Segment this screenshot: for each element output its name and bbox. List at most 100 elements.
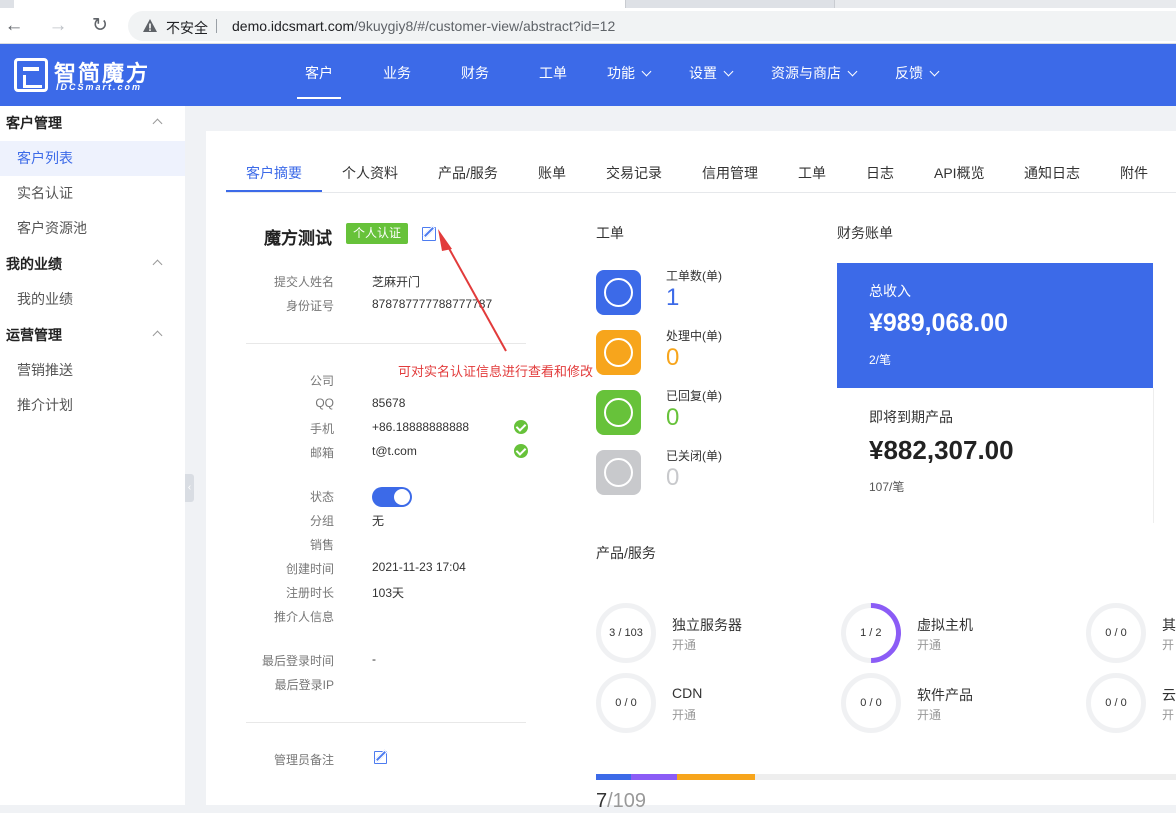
tab-bills[interactable]: 账单 xyxy=(538,163,566,183)
expiring-products-card[interactable]: 即将到期产品 ¥882,307.00 107/笔 xyxy=(837,388,1153,523)
expiring-label: 即将到期产品 xyxy=(869,409,953,425)
progress-segment xyxy=(631,774,677,780)
logo-subtext: IDCSmart.com xyxy=(56,82,143,92)
nav-functions[interactable]: 功能 xyxy=(607,44,652,106)
annotation-arrow xyxy=(438,229,507,352)
product-name[interactable]: 独立服务器 xyxy=(672,615,742,635)
tab-attachments[interactable]: 附件 xyxy=(1120,163,1148,183)
field-label: 管理员备注 xyxy=(273,753,334,767)
sidebar-item-verification[interactable]: 实名认证 xyxy=(0,176,185,211)
total-income-value: ¥989,068.00 xyxy=(869,309,1009,337)
logo-icon[interactable] xyxy=(14,58,48,92)
nav-tickets[interactable]: 工单 xyxy=(539,44,567,106)
field-label: QQ xyxy=(315,396,334,410)
sidebar-item-customer-pool[interactable]: 客户资源池 xyxy=(0,211,185,246)
verified-check-icon xyxy=(514,444,528,458)
status-toggle[interactable] xyxy=(372,487,412,507)
product-ring: 0 / 0 xyxy=(1086,673,1146,733)
expiring-count: 107/笔 xyxy=(869,480,905,494)
expiring-value: ¥882,307.00 xyxy=(869,435,1014,465)
product-status: 开通 xyxy=(672,708,697,722)
finance-title: 财务账单 xyxy=(837,225,893,241)
sidebar-item-referral-plan[interactable]: 推介计划 xyxy=(0,388,185,423)
reload-icon[interactable]: ↻ xyxy=(88,14,112,38)
field-label: 手机 xyxy=(309,422,334,436)
total-income-card[interactable]: 总收入 ¥989,068.00 2/笔 xyxy=(837,263,1153,388)
product-name[interactable]: 虚拟主机 xyxy=(917,615,973,635)
product-status: 开 xyxy=(1162,638,1175,652)
chevron-down-icon xyxy=(641,66,652,77)
sidebar: 客户管理 客户列表 实名认证 客户资源池 我的业绩 我的业绩 运营管理 营销推送… xyxy=(0,106,185,805)
nav-feedback[interactable]: 反馈 xyxy=(895,44,940,106)
nav-label: 功能 xyxy=(607,65,635,81)
url-field[interactable]: 不安全 demo.idcsmart.com/9kuygiy8/#/custome… xyxy=(128,11,1176,41)
field-value: 85678 xyxy=(372,396,406,410)
product-name[interactable]: CDN xyxy=(672,685,702,701)
ticket-processing-icon xyxy=(596,330,641,375)
nav-finance[interactable]: 财务 xyxy=(461,44,489,106)
back-icon[interactable]: ← xyxy=(2,14,26,38)
tab-transactions[interactable]: 交易记录 xyxy=(606,163,662,183)
product-ratio: 0 / 0 xyxy=(1105,627,1127,639)
total-income-label: 总收入 xyxy=(869,283,911,299)
finance-card-edge xyxy=(1153,388,1176,523)
tab-api[interactable]: API概览 xyxy=(934,163,985,183)
url-separator xyxy=(216,19,217,33)
sidebar-group-label: 客户管理 xyxy=(6,115,62,131)
field-label: 状态 xyxy=(309,490,334,504)
sidebar-group-operations[interactable]: 运营管理 xyxy=(0,318,185,353)
product-status: 开通 xyxy=(672,638,697,652)
nav-resources-store[interactable]: 资源与商店 xyxy=(771,44,858,106)
field-value: t@t.com xyxy=(372,444,417,458)
product-ratio: 0 / 0 xyxy=(860,697,882,709)
field-label: 推介人信息 xyxy=(273,610,334,624)
browser-tab[interactable] xyxy=(834,0,1176,8)
tab-logs[interactable]: 日志 xyxy=(866,163,894,183)
forward-icon[interactable]: → xyxy=(46,14,70,38)
tab-tickets[interactable]: 工单 xyxy=(798,163,826,183)
products-total-all: /109 xyxy=(607,790,647,812)
tab-notification-logs[interactable]: 通知日志 xyxy=(1024,163,1080,183)
sidebar-group-customer[interactable]: 客户管理 xyxy=(0,106,185,141)
nav-label: 业务 xyxy=(383,65,411,81)
sidebar-collapse-handle[interactable]: ‹ xyxy=(185,474,194,502)
tab-credit[interactable]: 信用管理 xyxy=(702,163,758,183)
product-name[interactable]: 软件产品 xyxy=(917,685,973,705)
ticket-label: 处理中(单) xyxy=(666,329,722,343)
sidebar-group-label: 我的业绩 xyxy=(6,256,62,272)
total-income-count: 2/笔 xyxy=(869,353,892,367)
ticket-total-icon xyxy=(596,270,641,315)
products-title: 产品/服务 xyxy=(596,545,656,561)
products-total-active: 7 xyxy=(596,790,608,812)
chevron-up-icon xyxy=(152,259,163,270)
field-label: 注册时长 xyxy=(285,586,334,600)
sidebar-group-label: 运营管理 xyxy=(6,327,62,343)
sidebar-item-customer-list[interactable]: 客户列表 xyxy=(0,141,185,176)
nav-customer[interactable]: 客户 xyxy=(297,44,341,106)
product-name[interactable]: 云 xyxy=(1162,685,1176,705)
nav-label: 反馈 xyxy=(895,65,923,81)
sidebar-item-performance[interactable]: 我的业绩 xyxy=(0,282,185,317)
nav-settings[interactable]: 设置 xyxy=(689,44,734,106)
chevron-down-icon xyxy=(847,66,858,77)
sidebar-item-marketing-push[interactable]: 营销推送 xyxy=(0,353,185,388)
browser-tab-active[interactable] xyxy=(14,0,626,8)
tickets-title: 工单 xyxy=(596,225,624,241)
nav-business[interactable]: 业务 xyxy=(383,44,411,106)
field-label: 分组 xyxy=(309,514,334,528)
nav-label: 客户 xyxy=(305,65,333,81)
ticket-count: 0 xyxy=(666,404,680,431)
product-status: 开通 xyxy=(917,638,942,652)
product-name[interactable]: 其 xyxy=(1162,615,1176,635)
security-label: 不安全 xyxy=(166,20,208,36)
product-ratio: 3 / 103 xyxy=(609,627,643,639)
sidebar-group-performance[interactable]: 我的业绩 xyxy=(0,247,185,282)
field-label: 销售 xyxy=(309,538,334,552)
edit-note-icon[interactable] xyxy=(374,751,387,764)
ticket-replied-icon xyxy=(596,390,641,435)
field-value: 无 xyxy=(372,514,385,528)
ticket-count: 0 xyxy=(666,344,680,371)
ticket-closed-icon xyxy=(596,450,641,495)
customer-summary-card: 客户摘要 个人资料 产品/服务 账单 交易记录 信用管理 工单 日志 API概览… xyxy=(206,131,1176,812)
product-ratio: 1 / 2 xyxy=(860,627,882,639)
